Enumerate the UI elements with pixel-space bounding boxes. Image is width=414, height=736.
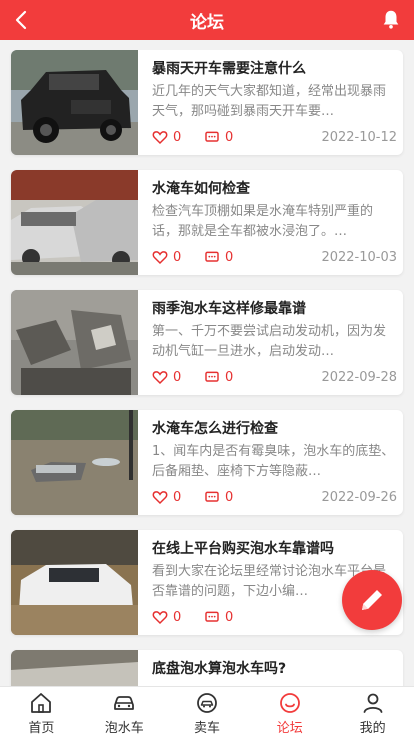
tab-sell-car[interactable]: 卖车 [166, 687, 249, 736]
forum-icon [279, 693, 300, 713]
like-count: 0 [173, 609, 182, 625]
post-date: 2022-10-03 [321, 249, 397, 265]
tab-home[interactable]: 首页 [0, 687, 83, 736]
page-title: 论坛 [190, 12, 224, 33]
post-thumbnail [11, 50, 138, 155]
like-button[interactable]: 0 [152, 369, 204, 385]
sell-car-icon [197, 693, 217, 713]
comment-button[interactable]: 0 [204, 249, 233, 265]
comment-button[interactable]: 0 [204, 489, 233, 505]
like-count: 0 [173, 369, 182, 385]
post-thumbnail [11, 650, 138, 686]
tab-label: 泡水车 [104, 721, 144, 736]
post-title[interactable]: 底盘泡水算泡水车吗? [152, 658, 397, 678]
heart-icon [152, 611, 168, 625]
comment-count: 0 [225, 249, 234, 265]
post-date: 2022-09-26 [321, 489, 397, 505]
heart-icon [152, 371, 168, 385]
post-meta: 0 0 2022-10-03 [152, 247, 397, 267]
comment-count: 0 [225, 609, 234, 625]
back-arrow-icon[interactable] [10, 8, 34, 32]
comment-button[interactable]: 0 [204, 129, 233, 145]
heart-icon [152, 491, 168, 505]
tab-profile[interactable]: 我的 [331, 687, 414, 736]
tab-label: 首页 [28, 721, 55, 736]
car-icon [114, 696, 135, 710]
like-count: 0 [173, 489, 182, 505]
post-title[interactable]: 暴雨天开车需要注意什么 [152, 58, 397, 78]
tab-label: 卖车 [193, 721, 220, 736]
comment-icon [205, 371, 219, 382]
bottom-tab-bar: 首页 泡水车 卖车 论坛 我的 [0, 686, 414, 736]
comment-count: 0 [225, 369, 234, 385]
tab-label: 我的 [359, 721, 386, 736]
post-excerpt: 近几年的天气大家都知道，经常出现暴雨天气，那吗碰到暴雨天开车要… [152, 84, 387, 119]
post-card[interactable]: 雨季泡水车这样修最靠谱 第一、千万不要尝试启动发动机，因为发动机气缸一旦进水，启… [11, 290, 403, 395]
comment-icon [205, 491, 219, 502]
post-title[interactable]: 水淹车如何检查 [152, 178, 397, 198]
like-button[interactable]: 0 [152, 609, 204, 625]
tab-label: 论坛 [276, 721, 303, 736]
post-excerpt: 检查汽车顶棚如果是水淹车特别严重的话，那就是全车都被水浸泡了。… [152, 204, 374, 239]
home-icon [31, 693, 52, 713]
app-header: 论坛 [0, 0, 414, 40]
post-excerpt: 1、闻车内是否有霉臭味，泡水车的底垫、后备厢垫、座椅下方等隐蔽… [152, 444, 395, 479]
post-title[interactable]: 水淹车怎么进行检查 [152, 418, 397, 438]
user-icon [363, 693, 382, 713]
post-card[interactable]: 底盘泡水算泡水车吗? [11, 650, 403, 686]
post-excerpt: 第一、千万不要尝试启动发动机，因为发动机气缸一旦进水，启动发动… [152, 324, 387, 359]
tab-forum[interactable]: 论坛 [248, 687, 331, 736]
comment-count: 0 [225, 129, 234, 145]
comment-button[interactable]: 0 [204, 609, 233, 625]
post-date: 2022-10-12 [321, 129, 397, 145]
post-date: 2022-09-28 [321, 369, 397, 385]
comment-count: 0 [225, 489, 234, 505]
heart-icon [152, 131, 168, 145]
like-count: 0 [173, 249, 182, 265]
pencil-icon [362, 590, 382, 610]
new-post-button[interactable] [342, 570, 402, 630]
post-thumbnail [11, 410, 138, 515]
comment-icon [205, 251, 219, 262]
post-thumbnail [11, 170, 138, 275]
like-button[interactable]: 0 [152, 489, 204, 505]
like-button[interactable]: 0 [152, 129, 204, 145]
like-count: 0 [173, 129, 182, 145]
post-thumbnail [11, 530, 138, 635]
post-card[interactable]: 水淹车如何检查 检查汽车顶棚如果是水淹车特别严重的话，那就是全车都被水浸泡了。…… [11, 170, 403, 275]
heart-icon [152, 251, 168, 265]
tab-flooded-cars[interactable]: 泡水车 [83, 687, 166, 736]
post-card[interactable]: 水淹车怎么进行检查 1、闻车内是否有霉臭味，泡水车的底垫、后备厢垫、座椅下方等隐… [11, 410, 403, 515]
post-title[interactable]: 在线上平台购买泡水车靠谱吗 [152, 538, 397, 558]
post-meta: 0 0 2022-09-26 [152, 487, 397, 507]
post-title[interactable]: 雨季泡水车这样修最靠谱 [152, 298, 397, 318]
post-meta: 0 0 2022-09-28 [152, 367, 397, 387]
like-button[interactable]: 0 [152, 249, 204, 265]
comment-icon [205, 131, 219, 142]
comment-icon [205, 611, 219, 622]
bell-icon[interactable] [380, 8, 402, 30]
comment-button[interactable]: 0 [204, 369, 233, 385]
post-meta: 0 0 2022-10-12 [152, 127, 397, 147]
post-card[interactable]: 暴雨天开车需要注意什么 近几年的天气大家都知道，经常出现暴雨天气，那吗碰到暴雨天… [11, 50, 403, 155]
post-card[interactable]: 在线上平台购买泡水车靠谱吗 看到大家在论坛里经常讨论泡水车平台是否靠谱的问题，下… [11, 530, 403, 635]
post-thumbnail [11, 290, 138, 395]
